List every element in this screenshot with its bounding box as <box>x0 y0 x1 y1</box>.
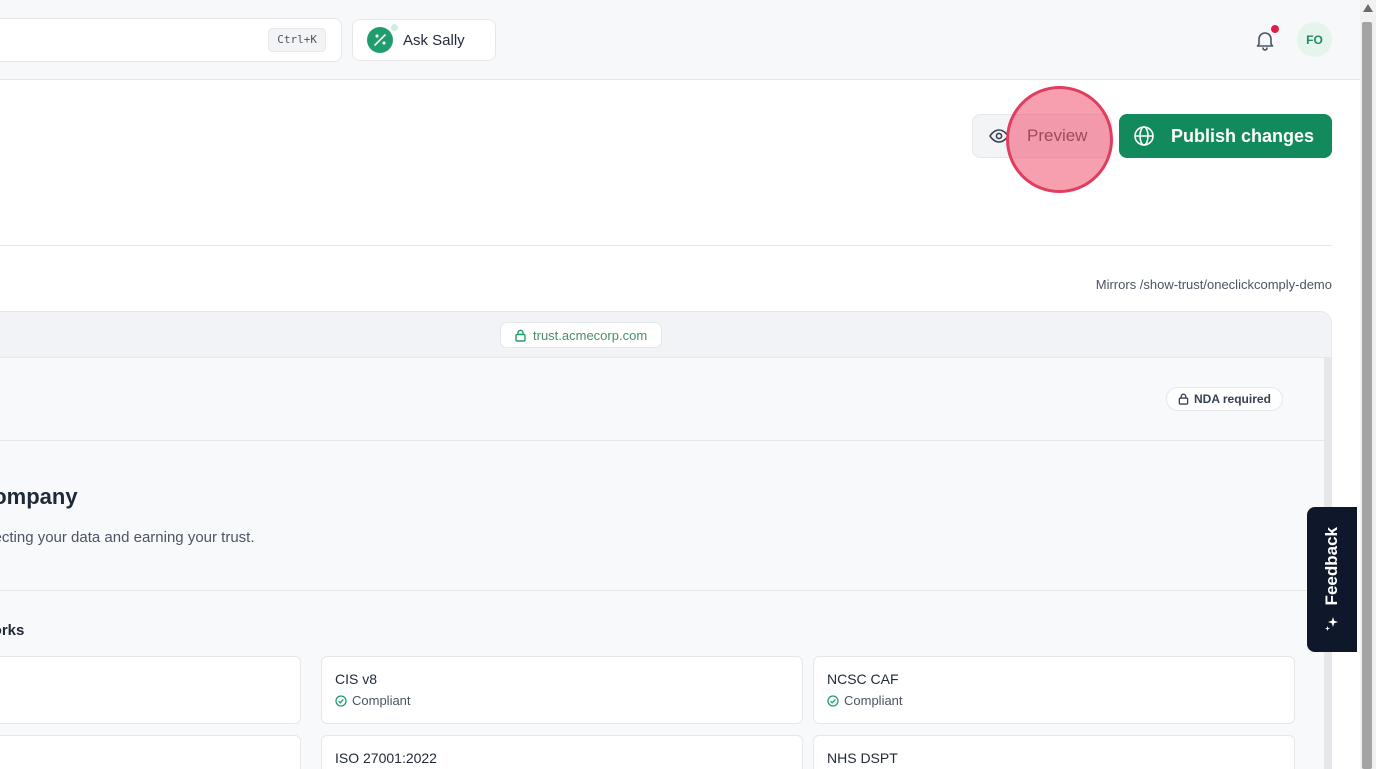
eye-icon <box>989 129 1009 143</box>
magic-wand-icon <box>367 22 400 53</box>
scrollbar-thumb[interactable] <box>1362 22 1372 769</box>
avatar[interactable]: FO <box>1297 22 1332 57</box>
preview-button[interactable]: Preview <box>972 114 1112 158</box>
trust-page-header: NDA required <box>0 358 1326 441</box>
preview-browser-bar: trust.acmecorp.com <box>0 312 1331 358</box>
publish-label: Publish changes <box>1171 125 1315 146</box>
framework-card[interactable]: NCSC CAF Compliant <box>813 656 1295 724</box>
hero-title: company <box>0 484 78 509</box>
preview-url: trust.acmecorp.com <box>500 322 663 348</box>
framework-name: ISO 27001:2022 <box>335 750 437 766</box>
notification-dot <box>1270 24 1280 34</box>
trust-page-preview-frame: trust.acmecorp.com NDA required company … <box>0 311 1332 769</box>
sparkle-icon <box>1325 616 1338 631</box>
feedback-label: Feedback <box>1322 527 1341 606</box>
framework-status: Compliant <box>335 693 789 708</box>
ask-sally-button[interactable]: Ask Sally <box>352 19 496 61</box>
header-divider <box>0 245 1332 246</box>
framework-status: Compliant <box>827 693 1281 708</box>
hero-subtitle: otecting your data and earning your trus… <box>0 529 255 546</box>
scroll-up-arrow-icon[interactable] <box>1363 4 1373 12</box>
framework-name: NCSC CAF <box>827 671 899 687</box>
framework-name: CIS v8 <box>335 671 378 687</box>
search-shortcut-badge: Ctrl+K <box>268 28 326 52</box>
preview-url-text: trust.acmecorp.com <box>533 327 648 343</box>
framework-card[interactable]: ISO 27001:2022 <box>321 735 803 769</box>
ask-sally-label: Ask Sally <box>403 31 465 49</box>
publish-changes-button[interactable]: Publish changes <box>1119 114 1332 158</box>
window-scrollbar[interactable] <box>1360 0 1376 769</box>
framework-card[interactable]: CIS v8 Compliant <box>321 656 803 724</box>
framework-status-label: Compliant <box>352 693 411 708</box>
lock-icon <box>515 329 526 342</box>
search-input[interactable]: Ctrl+K <box>0 18 342 62</box>
nda-required-badge[interactable]: NDA required <box>1166 387 1283 411</box>
framework-card[interactable] <box>0 656 301 724</box>
ask-status-dot <box>389 22 400 33</box>
lock-icon <box>1178 393 1189 405</box>
preview-label: Preview <box>1027 126 1088 145</box>
section-divider <box>0 590 1326 591</box>
frameworks-section-title: works <box>0 622 25 639</box>
framework-card[interactable]: NHS DSPT <box>813 735 1295 769</box>
check-circle-icon <box>335 694 347 707</box>
framework-status-label: Compliant <box>844 693 903 708</box>
framework-name: NHS DSPT <box>827 750 898 766</box>
top-bar: Ctrl+K Ask Sally FO <box>0 0 1360 80</box>
framework-card[interactable] <box>0 735 301 769</box>
feedback-tab[interactable]: Feedback <box>1307 507 1357 652</box>
mirrors-path: Mirrors /show-trust/oneclickcomply-demo <box>1095 277 1332 292</box>
check-circle-icon <box>827 694 839 707</box>
nda-label: NDA required <box>1194 392 1271 406</box>
globe-icon <box>1134 126 1154 146</box>
